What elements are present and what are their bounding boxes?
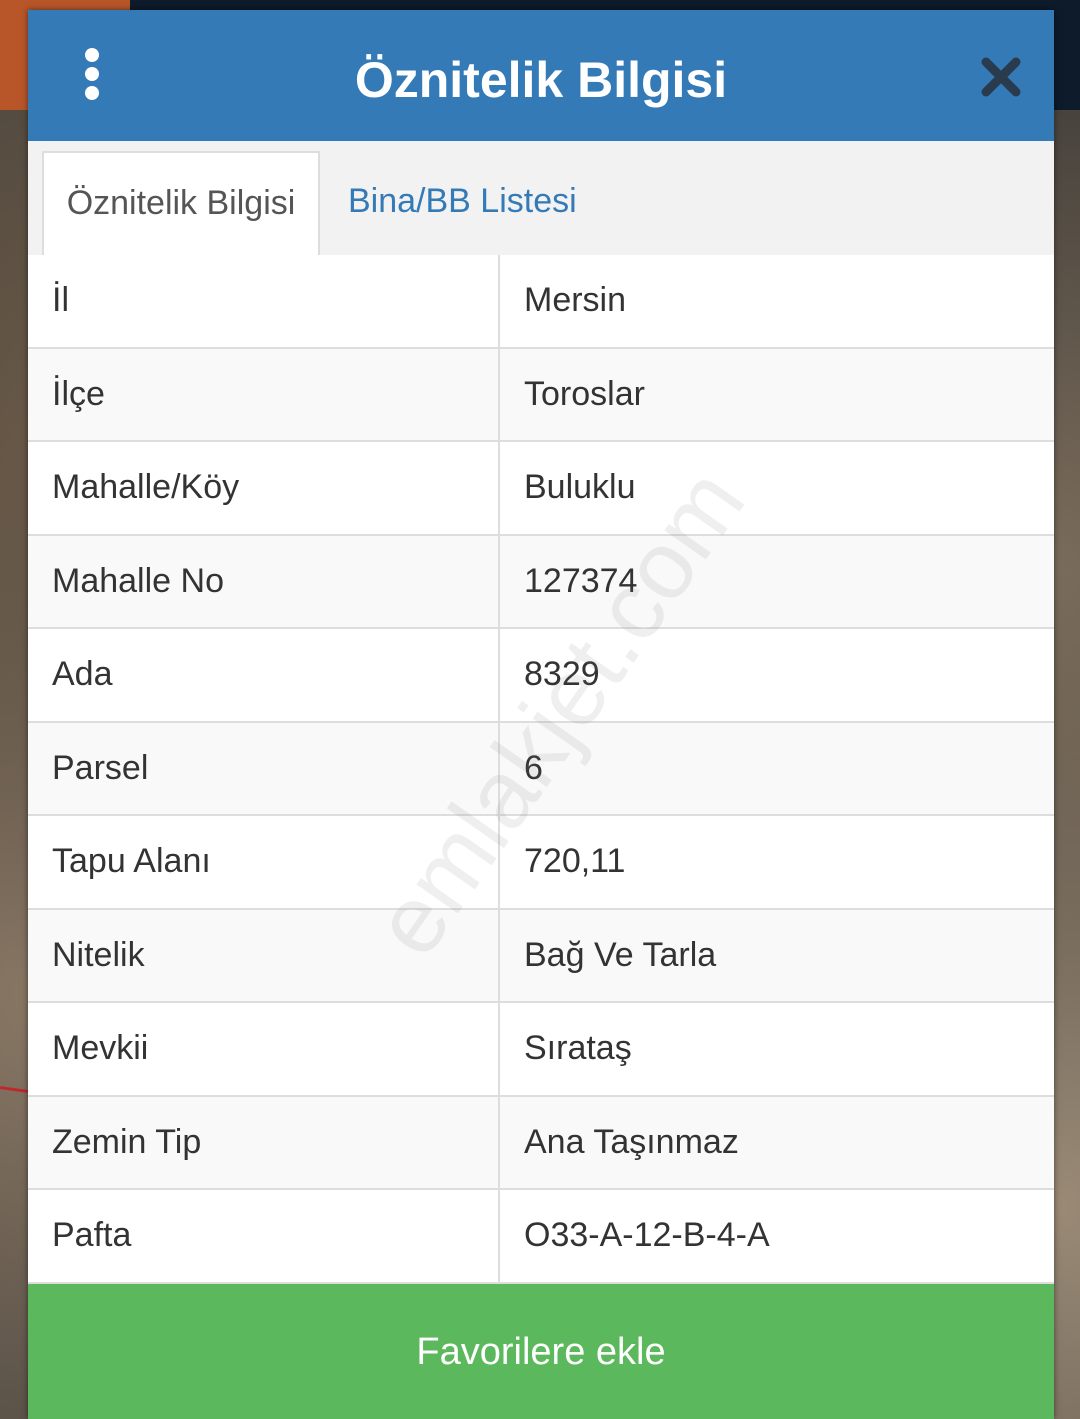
table-row: Mevkii Sırataş [28, 1003, 1054, 1097]
table-row: Pafta O33-A-12-B-4-A [28, 1190, 1054, 1284]
attribute-key: Tapu Alanı [28, 816, 500, 908]
attribute-key: Parsel [28, 722, 500, 814]
table-row: İlçe Toroslar [28, 348, 1054, 442]
attribute-value: 6 [524, 748, 543, 787]
attribute-key: Mevkii [28, 1003, 500, 1095]
table-row: Zemin Tip Ana Taşınmaz [28, 1096, 1054, 1190]
table-row: Mahalle No 127374 [28, 535, 1054, 629]
attribute-value: Toroslar [524, 374, 645, 413]
table-row: İl Mersin [28, 255, 1054, 349]
table-row: Tapu Alanı 720,11 [28, 816, 1054, 910]
table-row: Parsel 6 [28, 722, 1054, 816]
tab-attribute-info[interactable]: Öznitelik Bilgisi [42, 151, 320, 255]
dialog-header: Öznitelik Bilgisi [28, 10, 1054, 141]
dialog-title: Öznitelik Bilgisi [354, 52, 728, 108]
attribute-value: Sırataş [524, 1029, 632, 1068]
attribute-value: Bağ Ve Tarla [524, 935, 717, 974]
attribute-value: 720,11 [524, 842, 626, 881]
attribute-value: Buluklu [524, 468, 636, 507]
attribute-value: Ana Taşınmaz [524, 1122, 739, 1161]
attribute-key: İl [28, 255, 500, 347]
add-to-favorites-button[interactable]: Favorilere ekle [28, 1284, 1054, 1419]
attribute-key: İlçe [28, 348, 500, 440]
table-row: Nitelik Bağ Ve Tarla [28, 909, 1054, 1003]
attribute-key: Zemin Tip [28, 1096, 500, 1188]
tab-bar: Öznitelik Bilgisi Bina/BB Listesi [28, 141, 1054, 267]
attribute-dialog: Öznitelik Bilgisi Öznitelik Bilgisi Bina… [28, 10, 1054, 1419]
attribute-key: Pafta [28, 1190, 500, 1282]
attribute-value: Mersin [524, 281, 627, 320]
tab-building-list[interactable]: Bina/BB Listesi [348, 151, 648, 255]
attribute-key: Nitelik [28, 909, 500, 1001]
table-row: Ada 8329 [28, 629, 1054, 723]
attribute-value: O33-A-12-B-4-A [524, 1216, 770, 1255]
attribute-key: Mahalle/Köy [28, 442, 500, 534]
more-vertical-icon[interactable] [80, 48, 104, 104]
table-row: Mahalle/Köy Buluklu [28, 442, 1054, 536]
attribute-value: 8329 [524, 655, 600, 694]
close-icon[interactable] [980, 56, 1022, 98]
attribute-value: 127374 [524, 561, 638, 600]
attribute-key: Ada [28, 629, 500, 721]
attribute-table: İl Mersin İlçe Toroslar Mahalle/Köy Buluklu Ma… [28, 255, 1054, 1284]
attribute-key: Mahalle No [28, 535, 500, 627]
